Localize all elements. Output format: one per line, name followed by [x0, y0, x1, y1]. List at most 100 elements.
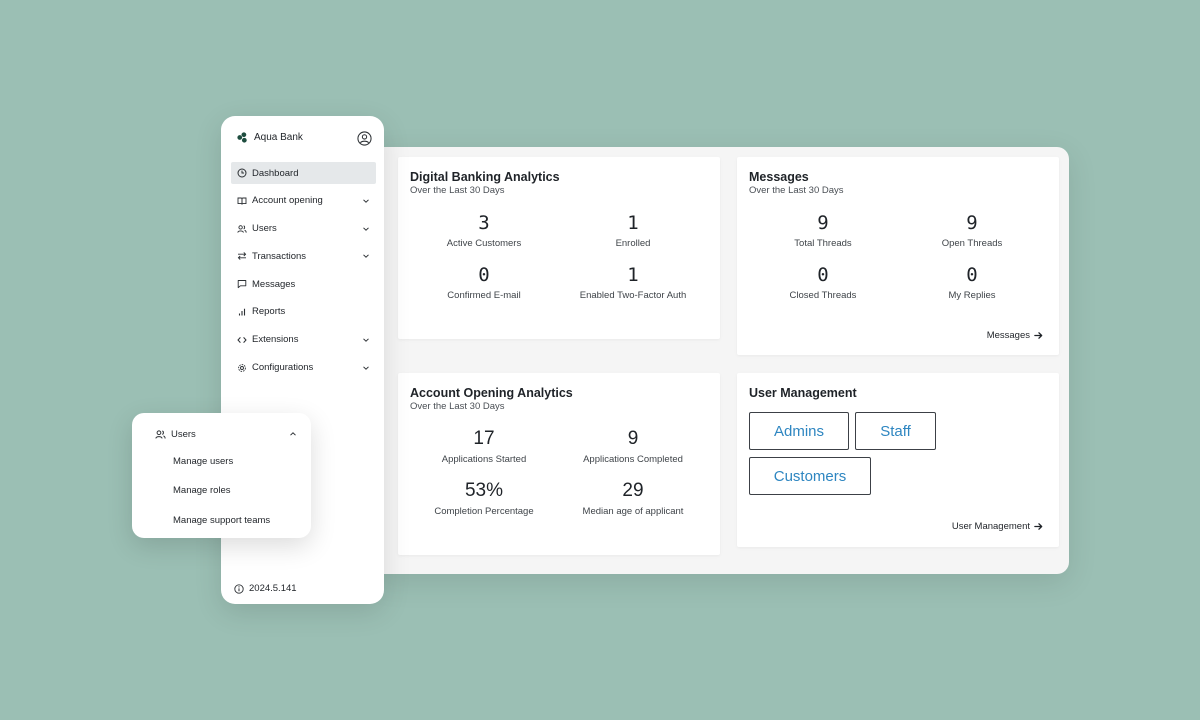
- stat-my-replies: 0 My Replies: [897, 264, 1047, 301]
- account-opening-card: Account Opening Analytics Over the Last …: [398, 373, 720, 555]
- card-title: User Management: [749, 386, 857, 400]
- sidebar-item-label: Transactions: [252, 250, 307, 262]
- user-management-link[interactable]: User Management: [952, 521, 1043, 532]
- chevron-down-icon: [363, 338, 369, 342]
- stat-value: 9: [627, 428, 639, 449]
- sidebar-item-messages[interactable]: Messages: [231, 273, 376, 295]
- sidebar-item-label: Users: [252, 223, 277, 235]
- stat-closed-threads: 0 Closed Threads: [748, 264, 898, 301]
- stat-enrolled: 1 Enrolled: [558, 212, 708, 249]
- version-label: 2024.5.141: [249, 583, 297, 594]
- customers-button[interactable]: Customers: [749, 457, 871, 495]
- sidebar-item-reports[interactable]: Reports: [231, 301, 376, 323]
- link-label: Messages: [986, 330, 1030, 341]
- link-label: User Management: [951, 521, 1030, 532]
- chevron-up-icon: [290, 432, 296, 436]
- stat-median-age: 29 Median age of applicant: [558, 480, 708, 517]
- stat-active-customers: 3 Active Customers: [409, 212, 559, 249]
- version-info: 2024.5.141: [234, 583, 297, 594]
- stat-label: Active Customers: [446, 238, 522, 249]
- stat-confirmed-email: 0 Confirmed E-mail: [409, 264, 559, 301]
- card-title: Digital Banking Analytics: [410, 170, 560, 184]
- stat-label: Enabled Two-Factor Auth: [579, 290, 687, 301]
- stat-label: Open Threads: [941, 238, 1003, 249]
- stat-label: Closed Threads: [789, 290, 857, 301]
- arrows-icon: [237, 252, 247, 261]
- messages-card: Messages Over the Last 30 Days 9 Total T…: [737, 157, 1059, 355]
- users-popover: Users Manage users Manage roles Manage s…: [132, 413, 311, 538]
- sidebar-item-transactions[interactable]: Transactions: [231, 245, 376, 267]
- sidebar-nav: Dashboard Account opening Users Transact…: [231, 162, 376, 384]
- sidebar-item-label: Account opening: [252, 195, 323, 207]
- sidebar-item-configurations[interactable]: Configurations: [231, 357, 376, 379]
- stat-value: 0: [817, 264, 829, 286]
- stat-value: 9: [966, 212, 978, 234]
- stat-applications-started: 17 Applications Started: [409, 428, 559, 465]
- stat-open-threads: 9 Open Threads: [897, 212, 1047, 249]
- stat-value: 17: [473, 428, 495, 449]
- dashboard-panel: Digital Banking Analytics Over the Last …: [372, 147, 1069, 574]
- sidebar-item-extensions[interactable]: Extensions: [231, 329, 376, 351]
- stat-label: My Replies: [948, 290, 996, 301]
- stat-value: 0: [966, 264, 978, 286]
- arrow-right-icon: [1034, 523, 1043, 530]
- clock-icon: [237, 168, 247, 178]
- profile-icon[interactable]: [357, 131, 372, 146]
- sidebar-item-users[interactable]: Users: [231, 218, 376, 240]
- chevron-down-icon: [363, 254, 369, 259]
- brand-name: Aqua Bank: [254, 132, 303, 143]
- stat-value: 29: [622, 480, 644, 501]
- card-title: Account Opening Analytics: [410, 386, 573, 400]
- sidebar-item-dashboard[interactable]: Dashboard: [231, 162, 376, 184]
- admins-button[interactable]: Admins: [749, 412, 849, 450]
- stat-value: 3: [478, 212, 490, 234]
- stat-value: 1: [627, 264, 639, 286]
- card-subtitle: Over the Last 30 Days: [410, 401, 505, 412]
- stat-value: 9: [817, 212, 829, 234]
- card-subtitle: Over the Last 30 Days: [749, 185, 844, 196]
- users-icon: [237, 224, 247, 233]
- staff-button[interactable]: Staff: [855, 412, 936, 450]
- code-icon: [237, 336, 247, 343]
- brand[interactable]: Aqua Bank: [237, 132, 303, 143]
- stat-applications-completed: 9 Applications Completed: [558, 428, 708, 465]
- aqua-bank-logo-icon: [237, 132, 247, 143]
- stat-label: Enrolled: [615, 238, 651, 249]
- stat-label: Applications Completed: [583, 454, 683, 465]
- stat-value: 53%: [464, 480, 504, 501]
- sidebar-item-label: Extensions: [252, 334, 299, 346]
- stat-label: Median age of applicant: [582, 506, 684, 517]
- stat-total-threads: 9 Total Threads: [748, 212, 898, 249]
- bar-chart-icon: [238, 308, 246, 316]
- card-title: Messages: [749, 170, 809, 184]
- arrow-right-icon: [1034, 332, 1043, 339]
- popover-title: Users: [171, 428, 196, 440]
- info-icon: [234, 583, 244, 594]
- sidebar-item-label: Messages: [252, 278, 296, 290]
- sidebar-item-label: Reports: [252, 306, 286, 318]
- stat-completion-percentage: 53% Completion Percentage: [409, 480, 559, 517]
- messages-link[interactable]: Messages: [987, 330, 1043, 341]
- users-popover-header[interactable]: Users: [155, 427, 297, 441]
- stat-label: Completion Percentage: [434, 506, 534, 517]
- stat-label: Confirmed E-mail: [447, 290, 521, 301]
- users-icon: [155, 429, 166, 439]
- chevron-down-icon: [363, 366, 369, 370]
- chevron-down-icon: [363, 199, 369, 203]
- stat-label: Applications Started: [441, 454, 527, 465]
- sidebar-item-account-opening[interactable]: Account opening: [231, 190, 376, 212]
- stat-two-factor: 1 Enabled Two-Factor Auth: [558, 264, 708, 301]
- message-icon: [237, 280, 247, 289]
- gear-icon: [238, 363, 246, 372]
- sidebar-item-label: Dashboard: [252, 167, 299, 179]
- stat-value: 0: [478, 264, 490, 286]
- chevron-down-icon: [363, 227, 369, 231]
- sidebar-item-label: Configurations: [252, 362, 314, 374]
- user-management-card: User Management Admins Staff Customers U…: [737, 373, 1059, 547]
- digital-banking-card: Digital Banking Analytics Over the Last …: [398, 157, 720, 339]
- manage-users-item[interactable]: Manage users: [173, 456, 233, 467]
- manage-support-teams-item[interactable]: Manage support teams: [173, 515, 270, 526]
- manage-roles-item[interactable]: Manage roles: [173, 485, 231, 496]
- card-subtitle: Over the Last 30 Days: [410, 185, 505, 196]
- book-icon: [237, 197, 247, 205]
